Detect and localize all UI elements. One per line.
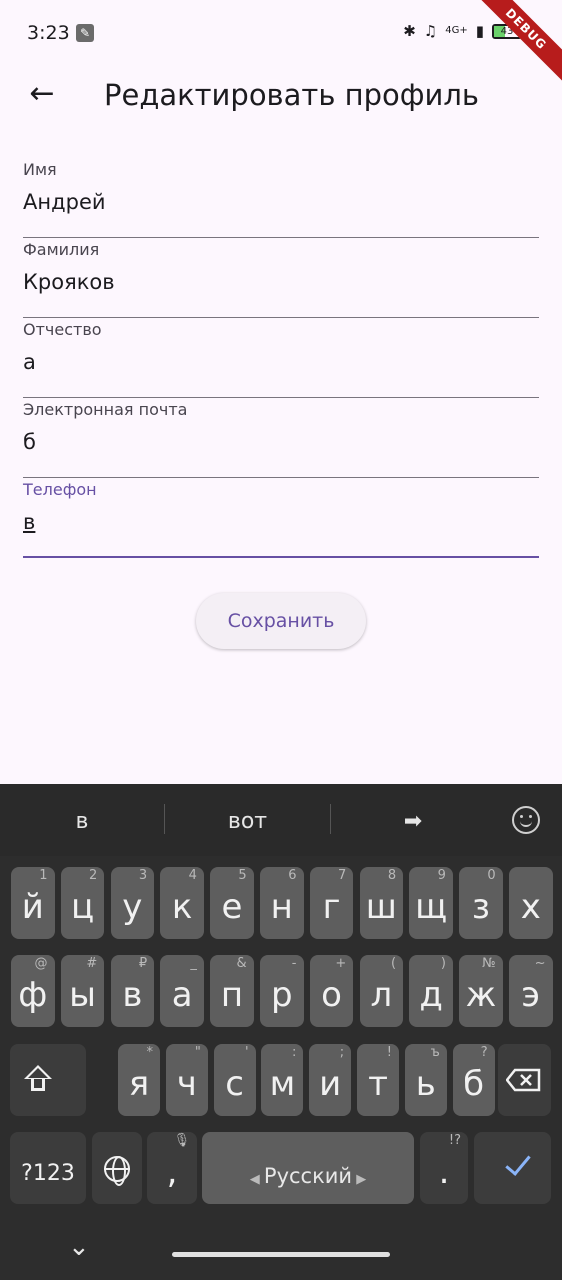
field-label: Имя [23, 160, 57, 179]
key[interactable]: " ч [165, 1044, 208, 1116]
arrow-right-icon[interactable]: ➡ [331, 784, 495, 856]
arrow-left-icon[interactable]: ← [22, 76, 62, 116]
enter-key[interactable] [474, 1132, 551, 1204]
key[interactable]: ₽ в [110, 955, 155, 1027]
key[interactable]: ' с [213, 1044, 256, 1116]
key[interactable]: 6н [260, 867, 304, 939]
navigation-bar: ⌄ [0, 1224, 562, 1280]
app-bar: ← Редактировать профиль [0, 64, 562, 128]
headphones-icon: ♫ [423, 22, 438, 40]
signal-icon: ▮ [475, 22, 484, 40]
status-icons: ✱ ♫ 4G+ ▮ 43 [403, 22, 522, 40]
network-type: 4G+ [445, 25, 468, 36]
key[interactable]: х [509, 867, 553, 939]
comma-key[interactable]: 🎙 , [147, 1132, 197, 1204]
patronymic-field[interactable]: Отчество а [23, 318, 539, 398]
key[interactable]: (л [359, 955, 404, 1027]
suggestion-item[interactable]: в [0, 784, 164, 856]
status-time: 3:23 [27, 22, 70, 44]
key[interactable]: 2ц [60, 867, 105, 939]
key[interactable]: ъь [404, 1044, 447, 1116]
key[interactable]: ~ э [509, 955, 553, 1027]
emoji-icon[interactable] [512, 806, 540, 834]
key[interactable]: № ж [459, 955, 503, 1027]
field-value[interactable]: б [23, 430, 36, 454]
suggestion-item[interactable]: вот [165, 784, 330, 856]
save-button[interactable]: Сохранить [196, 593, 366, 649]
email-field[interactable]: Электронная почта б [23, 398, 539, 478]
space-key[interactable]: ◀ Русский ▶ [202, 1132, 414, 1204]
caret-right-icon: ▶ [352, 1172, 367, 1187]
key[interactable]: @ ф [11, 955, 55, 1027]
last-name-field[interactable]: Фамилия Крояков [23, 238, 539, 318]
first-name-field[interactable]: Имя Андрей [23, 158, 539, 238]
wrench-icon: ✎ [76, 24, 94, 42]
key[interactable]: * я [118, 1044, 160, 1116]
caret-left-icon: ◀ [249, 1172, 264, 1187]
chevron-down-icon[interactable]: ⌄ [68, 1232, 90, 1262]
keyboard: в вот ➡ 1й2ц3у4к5е6н7г8ш9щ0зх @ ф # ы ₽ в _ а & п… [0, 784, 562, 1280]
field-value[interactable]: в [23, 510, 35, 534]
field-value[interactable]: а [23, 350, 36, 374]
field-value[interactable]: Андрей [23, 190, 106, 214]
key[interactable]: :м [261, 1044, 304, 1116]
check-icon [505, 1149, 531, 1176]
key[interactable]: ; и [309, 1044, 352, 1116]
key[interactable]: 7г [309, 867, 354, 939]
status-bar: 3:23 ✎ ✱ ♫ 4G+ ▮ 43 DEBUG [0, 0, 562, 87]
shift-key[interactable] [10, 1044, 86, 1116]
language-key[interactable] [92, 1132, 142, 1204]
key[interactable]: ? б [452, 1044, 495, 1116]
key[interactable]: ) д [409, 955, 453, 1027]
mic-icon: 🎙 [173, 1133, 190, 1148]
backspace-key[interactable] [498, 1044, 551, 1116]
key[interactable]: 3у [110, 867, 155, 939]
backspace-icon [506, 1068, 541, 1092]
key[interactable]: 8ш [359, 867, 404, 939]
globe-icon [104, 1156, 130, 1186]
symbols-key[interactable]: ?123 [10, 1132, 86, 1204]
key[interactable]: _ а [160, 955, 204, 1027]
field-label: Отчество [23, 320, 102, 339]
key[interactable]: 5е [210, 867, 254, 939]
key[interactable]: & п [210, 955, 254, 1027]
key[interactable]: 1й [11, 867, 55, 939]
field-label: Телефон [23, 480, 97, 499]
key[interactable]: + о [309, 955, 354, 1027]
key[interactable]: # ы [60, 955, 105, 1027]
key[interactable]: ! т [357, 1044, 399, 1116]
phone-field[interactable]: Телефон в [23, 478, 539, 558]
field-value[interactable]: Крояков [23, 270, 115, 294]
field-label: Фамилия [23, 240, 100, 259]
field-label: Электронная почта [23, 400, 188, 419]
gesture-handle[interactable] [172, 1252, 390, 1257]
key[interactable]: -р [260, 955, 304, 1027]
suggestion-bar: в вот ➡ [0, 784, 562, 856]
period-key[interactable]: !? . [420, 1132, 468, 1204]
key[interactable]: 9щ [409, 867, 453, 939]
key[interactable]: 0з [459, 867, 503, 939]
page-title: Редактировать профиль [104, 78, 480, 112]
bluetooth-icon: ✱ [403, 22, 416, 40]
key[interactable]: 4к [160, 867, 204, 939]
